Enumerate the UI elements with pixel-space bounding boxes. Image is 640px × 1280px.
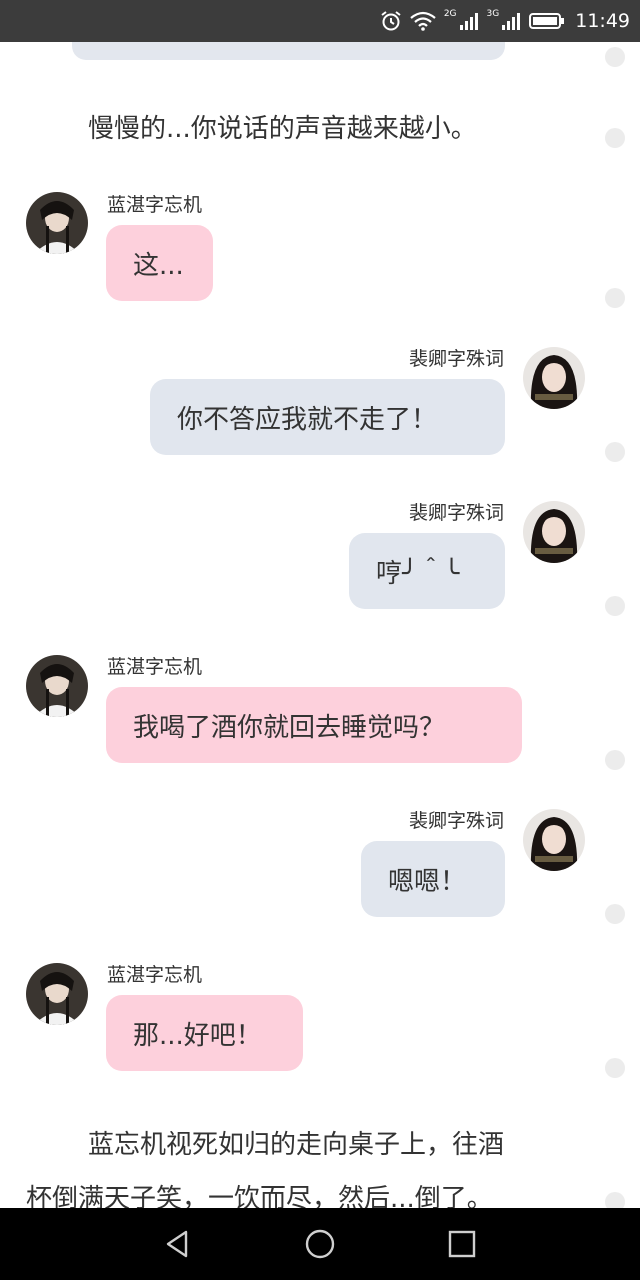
avatar[interactable]: [523, 501, 585, 563]
alarm-icon: [381, 11, 401, 31]
battery-icon: [529, 13, 565, 29]
sender-name: 裴卿字殊词: [408, 502, 504, 524]
sender-name: 蓝湛字忘机: [107, 964, 203, 986]
message-bubble-partial: [72, 42, 505, 60]
signal-icon: [459, 13, 478, 30]
scroll-dot: [605, 128, 625, 148]
recents-icon[interactable]: [444, 1226, 480, 1262]
status-bar: 2G 3G 11:49: [0, 0, 640, 42]
message-bubble[interactable]: 那...好吧！: [106, 995, 303, 1071]
sender-name: 裴卿字殊词: [408, 348, 504, 370]
narration-text: 蓝忘机视死如归的走向桌子上，往酒: [88, 1130, 505, 1160]
message-bubble[interactable]: 嗯嗯！: [361, 841, 505, 917]
network-type-label: 2G: [443, 9, 457, 19]
chat-content[interactable]: 慢慢的...你说话的声音越来越小。 蓝湛字忘机 这... 裴卿字殊词 你不答应我…: [0, 42, 640, 1208]
back-icon[interactable]: [160, 1226, 196, 1262]
scroll-dot: [605, 904, 625, 924]
avatar[interactable]: [26, 655, 88, 717]
scroll-dot: [605, 1192, 625, 1208]
avatar[interactable]: [523, 809, 585, 871]
scroll-dot: [605, 47, 625, 67]
wifi-icon: [410, 11, 436, 31]
narration-text: 慢慢的...你说话的声音越来越小。: [88, 114, 477, 144]
message-bubble[interactable]: 我喝了酒你就回去睡觉吗？: [106, 687, 522, 763]
message-bubble[interactable]: 哼╯＾╰: [349, 533, 505, 609]
scroll-dot: [605, 1058, 625, 1078]
sender-name: 蓝湛字忘机: [107, 194, 203, 216]
network-type-label: 3G: [486, 9, 500, 19]
clock: 11:49: [575, 10, 630, 32]
sender-name: 裴卿字殊词: [408, 810, 504, 832]
navigation-bar: [0, 1208, 640, 1280]
message-bubble[interactable]: 这...: [106, 225, 213, 301]
sender-name: 蓝湛字忘机: [107, 656, 203, 678]
avatar[interactable]: [26, 963, 88, 1025]
scroll-dot: [605, 288, 625, 308]
narration-text: 杯倒满天子笑，一饮而尽，然后...倒了。: [26, 1184, 493, 1208]
signal-icon: [502, 13, 521, 30]
message-bubble[interactable]: 你不答应我就不走了！: [150, 379, 505, 455]
scroll-dot: [605, 442, 625, 462]
avatar[interactable]: [26, 192, 88, 254]
scroll-dot: [605, 750, 625, 770]
scroll-dot: [605, 596, 625, 616]
avatar[interactable]: [523, 347, 585, 409]
home-icon[interactable]: [302, 1226, 338, 1262]
